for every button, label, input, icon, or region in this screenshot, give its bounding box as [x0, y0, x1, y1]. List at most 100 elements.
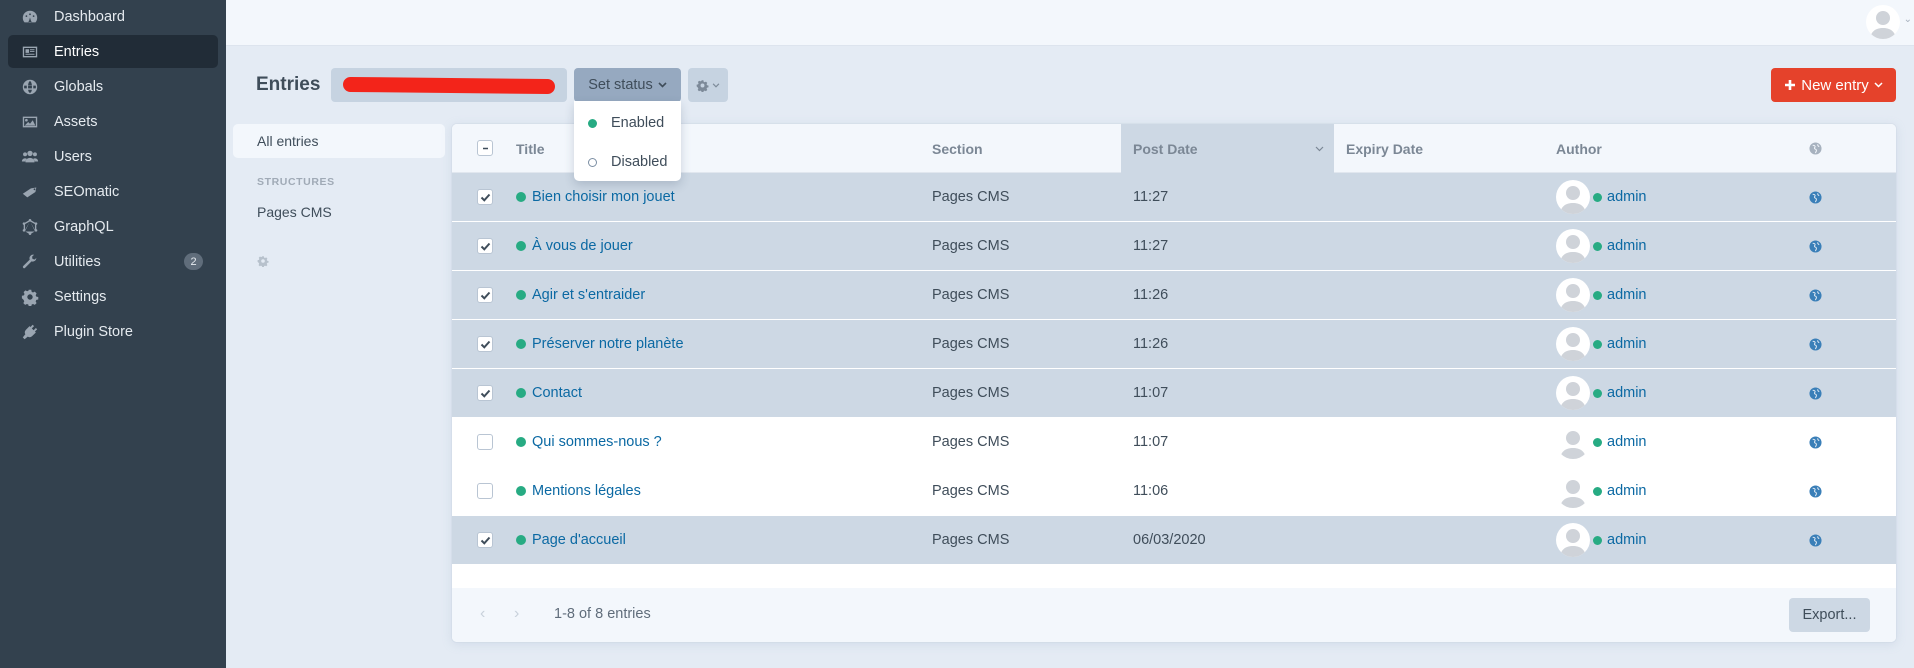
- site-cell: [1809, 516, 1822, 564]
- status-menu: Enabled Disabled: [574, 101, 681, 181]
- sidebar-item-graphql[interactable]: GraphQL: [8, 210, 218, 243]
- check-icon: [480, 340, 490, 349]
- author-status-icon: [1593, 192, 1602, 202]
- sidebar-item-users[interactable]: Users: [8, 140, 218, 173]
- column-header-section[interactable]: Section: [932, 124, 983, 173]
- row-checkbox[interactable]: [477, 287, 493, 303]
- row-checkbox[interactable]: [477, 336, 493, 352]
- enabled-status-icon: [588, 118, 597, 128]
- table-row[interactable]: Agir et s'entraider Pages CMS 11:26 admi…: [452, 271, 1896, 320]
- author-avatar: [1556, 376, 1590, 410]
- author-cell: admin: [1556, 516, 1647, 564]
- export-button[interactable]: Export...: [1789, 598, 1870, 632]
- column-header-expiry-date[interactable]: Expiry Date: [1346, 124, 1423, 173]
- globe-icon[interactable]: [1809, 190, 1822, 204]
- set-status-button[interactable]: Set status: [574, 68, 681, 102]
- sidebar-item-dashboard[interactable]: Dashboard: [8, 0, 218, 33]
- globe-icon[interactable]: [1809, 386, 1822, 400]
- entry-title-link[interactable]: Qui sommes-nous ?: [532, 434, 662, 450]
- entry-title-link[interactable]: Bien choisir mon jouet: [532, 189, 675, 205]
- section-cell: Pages CMS: [932, 238, 1010, 254]
- row-checkbox[interactable]: [477, 434, 493, 450]
- sidebar-item-settings[interactable]: Settings: [8, 280, 218, 313]
- author-link[interactable]: admin: [1607, 385, 1647, 401]
- sidebar-item-utilities[interactable]: Utilities 2: [8, 245, 218, 278]
- menu-item-disabled[interactable]: Disabled: [574, 143, 681, 181]
- table-row[interactable]: Qui sommes-nous ? Pages CMS 11:07 admin: [452, 418, 1896, 467]
- section-cell: Pages CMS: [932, 336, 1010, 352]
- globe-icon[interactable]: [1809, 533, 1822, 547]
- post-date-cell: 11:26: [1133, 287, 1169, 303]
- next-page-icon[interactable]: ›: [514, 605, 519, 623]
- author-link[interactable]: admin: [1607, 336, 1647, 352]
- sidebar-item-globals[interactable]: Globals: [8, 70, 218, 103]
- set-status-label: Set status: [588, 77, 653, 93]
- table-row[interactable]: Mentions légales Pages CMS 11:06 admin: [452, 467, 1896, 516]
- author-link[interactable]: admin: [1607, 532, 1647, 548]
- entry-title-link[interactable]: Contact: [532, 385, 582, 401]
- sidebar-item-seomatic[interactable]: SEOmatic: [8, 175, 218, 208]
- column-header-post-date[interactable]: Post Date: [1121, 124, 1334, 173]
- author-link[interactable]: admin: [1607, 483, 1647, 499]
- sidebar: Dashboard Entries Globals Assets Users S…: [0, 0, 226, 668]
- entry-title-link[interactable]: Mentions légales: [532, 483, 641, 499]
- source-all-entries[interactable]: All entries: [233, 124, 445, 158]
- globe-icon[interactable]: [1809, 484, 1822, 498]
- globe-icon[interactable]: [1809, 239, 1822, 253]
- user-avatar[interactable]: [1866, 5, 1900, 39]
- sidebar-item-assets[interactable]: Assets: [8, 105, 218, 138]
- row-checkbox[interactable]: [477, 385, 493, 401]
- entry-title-link[interactable]: Agir et s'entraider: [532, 287, 645, 303]
- chevron-down-icon: [658, 82, 667, 88]
- post-date-cell: 11:06: [1133, 483, 1169, 499]
- enabled-status-icon: [516, 241, 526, 251]
- site-cell: [1809, 173, 1822, 221]
- entry-title-link[interactable]: Préserver notre planète: [532, 336, 684, 352]
- section-cell: Pages CMS: [932, 385, 1010, 401]
- row-checkbox[interactable]: [477, 238, 493, 254]
- gear-icon: [696, 79, 709, 92]
- globe-icon[interactable]: [1809, 288, 1822, 302]
- author-link[interactable]: admin: [1607, 434, 1647, 450]
- previous-page-icon[interactable]: ‹: [480, 605, 485, 623]
- table-row[interactable]: À vous de jouer Pages CMS 11:27 admin: [452, 222, 1896, 271]
- menu-item-label: Enabled: [611, 115, 665, 131]
- sidebar-item-label: Utilities: [54, 253, 101, 270]
- column-header-title[interactable]: Title: [516, 124, 545, 173]
- row-checkbox[interactable]: [477, 532, 493, 548]
- source-pages-cms[interactable]: Pages CMS: [257, 204, 332, 220]
- select-all-checkbox[interactable]: [477, 140, 493, 156]
- row-checkbox[interactable]: [477, 189, 493, 205]
- author-link[interactable]: admin: [1607, 238, 1647, 254]
- author-status-icon: [1593, 241, 1602, 251]
- source-heading-structures: STRUCTURES: [257, 176, 335, 188]
- gear-icon[interactable]: [257, 255, 269, 267]
- table-row[interactable]: Contact Pages CMS 11:07 admin: [452, 369, 1896, 418]
- post-date-cell: 11:07: [1133, 385, 1169, 401]
- column-header-site[interactable]: [1809, 124, 1822, 173]
- column-header-author[interactable]: Author: [1556, 124, 1602, 173]
- table-row[interactable]: Page d'accueil Pages CMS 06/03/2020 admi…: [452, 516, 1896, 565]
- entry-title-link[interactable]: Page d'accueil: [532, 532, 626, 548]
- author-link[interactable]: admin: [1607, 189, 1647, 205]
- search-input[interactable]: [331, 68, 567, 102]
- graphql-icon: [21, 218, 39, 236]
- author-cell: admin: [1556, 418, 1647, 466]
- section-cell: Pages CMS: [932, 189, 1010, 205]
- author-cell: admin: [1556, 271, 1647, 319]
- sidebar-item-plugin-store[interactable]: Plugin Store: [8, 315, 218, 348]
- globe-icon[interactable]: [1809, 337, 1822, 351]
- chevron-down-icon[interactable]: ⌄: [1904, 14, 1912, 25]
- pagination-text: 1-8 of 8 entries: [554, 606, 651, 622]
- globe-icon[interactable]: [1809, 435, 1822, 449]
- sidebar-item-entries[interactable]: Entries: [8, 35, 218, 68]
- check-icon: [480, 536, 490, 545]
- author-avatar: [1556, 425, 1590, 459]
- entry-title-link[interactable]: À vous de jouer: [532, 238, 633, 254]
- menu-item-enabled[interactable]: Enabled: [574, 104, 681, 142]
- row-checkbox[interactable]: [477, 483, 493, 499]
- author-link[interactable]: admin: [1607, 287, 1647, 303]
- new-entry-button[interactable]: New entry: [1771, 68, 1896, 102]
- table-row[interactable]: Préserver notre planète Pages CMS 11:26 …: [452, 320, 1896, 369]
- actions-gear-button[interactable]: [688, 68, 728, 102]
